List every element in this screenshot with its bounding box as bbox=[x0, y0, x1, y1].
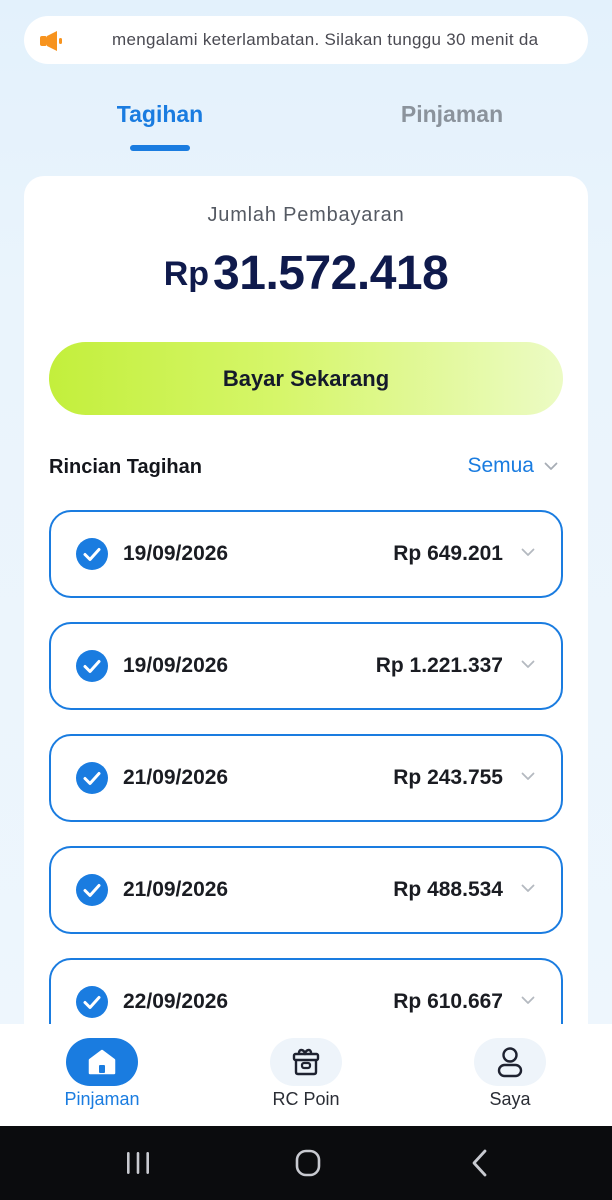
bill-item[interactable]: 19/09/2026 Rp 649.201 bbox=[49, 510, 563, 598]
nav-label: RC Poin bbox=[272, 1089, 340, 1109]
bill-item[interactable]: 21/09/2026 Rp 488.534 bbox=[49, 846, 563, 934]
home-button-icon[interactable] bbox=[288, 1148, 328, 1178]
tab-pinjaman[interactable]: Pinjaman bbox=[372, 96, 532, 132]
bill-card: Jumlah Pembayaran Rp31.572.418 Bayar Sek… bbox=[24, 176, 588, 1076]
chevron-down-icon[interactable] bbox=[521, 772, 535, 781]
nav-pill-active bbox=[66, 1038, 138, 1086]
nav-pill bbox=[474, 1038, 546, 1086]
bottom-navigation: Pinjaman RC Poin Saya bbox=[0, 1024, 612, 1126]
amount-label: Jumlah Pembayaran bbox=[207, 204, 405, 226]
announcement-bar: mengalami keterlambatan. Silakan tunggu … bbox=[24, 16, 588, 64]
chevron-down-icon[interactable] bbox=[521, 660, 535, 669]
chevron-down-icon[interactable] bbox=[521, 996, 535, 1005]
back-icon[interactable] bbox=[460, 1148, 500, 1178]
checkbox-checked-icon[interactable] bbox=[76, 986, 108, 1018]
active-tab-indicator bbox=[130, 145, 190, 151]
pay-now-button[interactable]: Bayar Sekarang bbox=[49, 342, 563, 415]
nav-saya[interactable]: Saya bbox=[435, 1024, 585, 1126]
person-icon bbox=[497, 1047, 523, 1078]
bill-date: 19/09/2026 bbox=[123, 542, 229, 565]
chevron-down-icon[interactable] bbox=[521, 884, 535, 893]
checkbox-checked-icon[interactable] bbox=[76, 538, 108, 570]
nav-label: Pinjaman bbox=[64, 1089, 140, 1109]
filter-label: Semua bbox=[467, 454, 534, 477]
bill-amount: Rp 488.534 bbox=[393, 878, 503, 901]
recent-apps-icon[interactable] bbox=[118, 1148, 158, 1178]
total-amount: Rp31.572.418 bbox=[24, 246, 588, 301]
home-icon bbox=[88, 1049, 116, 1075]
amount-value: 31.572.418 bbox=[213, 247, 449, 300]
filter-dropdown[interactable]: Semua bbox=[467, 454, 558, 478]
speaker-icon bbox=[40, 31, 62, 51]
checkbox-checked-icon[interactable] bbox=[76, 650, 108, 682]
bill-date: 21/09/2026 bbox=[123, 878, 229, 901]
checkbox-checked-icon[interactable] bbox=[76, 762, 108, 794]
chevron-down-icon bbox=[544, 462, 558, 470]
bill-item[interactable]: 21/09/2026 Rp 243.755 bbox=[49, 734, 563, 822]
chevron-down-icon[interactable] bbox=[521, 548, 535, 557]
bill-amount: Rp 1.221.337 bbox=[375, 654, 503, 677]
nav-rc-poin[interactable]: RC Poin bbox=[231, 1024, 381, 1126]
bill-date: 19/09/2026 bbox=[123, 654, 229, 677]
section-title: Rincian Tagihan bbox=[49, 456, 202, 478]
nav-pill bbox=[270, 1038, 342, 1086]
bill-amount: Rp 243.755 bbox=[393, 766, 503, 789]
announcement-text: mengalami keterlambatan. Silakan tunggu … bbox=[112, 30, 539, 49]
checkbox-checked-icon[interactable] bbox=[76, 874, 108, 906]
nav-pinjaman[interactable]: Pinjaman bbox=[27, 1024, 177, 1126]
bill-item[interactable]: 19/09/2026 Rp 1.221.337 bbox=[49, 622, 563, 710]
gift-box-icon bbox=[292, 1048, 320, 1076]
bill-date: 21/09/2026 bbox=[123, 766, 229, 789]
tab-tagihan[interactable]: Tagihan bbox=[90, 96, 230, 132]
bill-amount: Rp 649.201 bbox=[393, 542, 503, 565]
amount-currency: Rp bbox=[163, 255, 210, 293]
nav-label: Saya bbox=[489, 1089, 531, 1109]
system-navigation-bar bbox=[0, 1126, 612, 1200]
